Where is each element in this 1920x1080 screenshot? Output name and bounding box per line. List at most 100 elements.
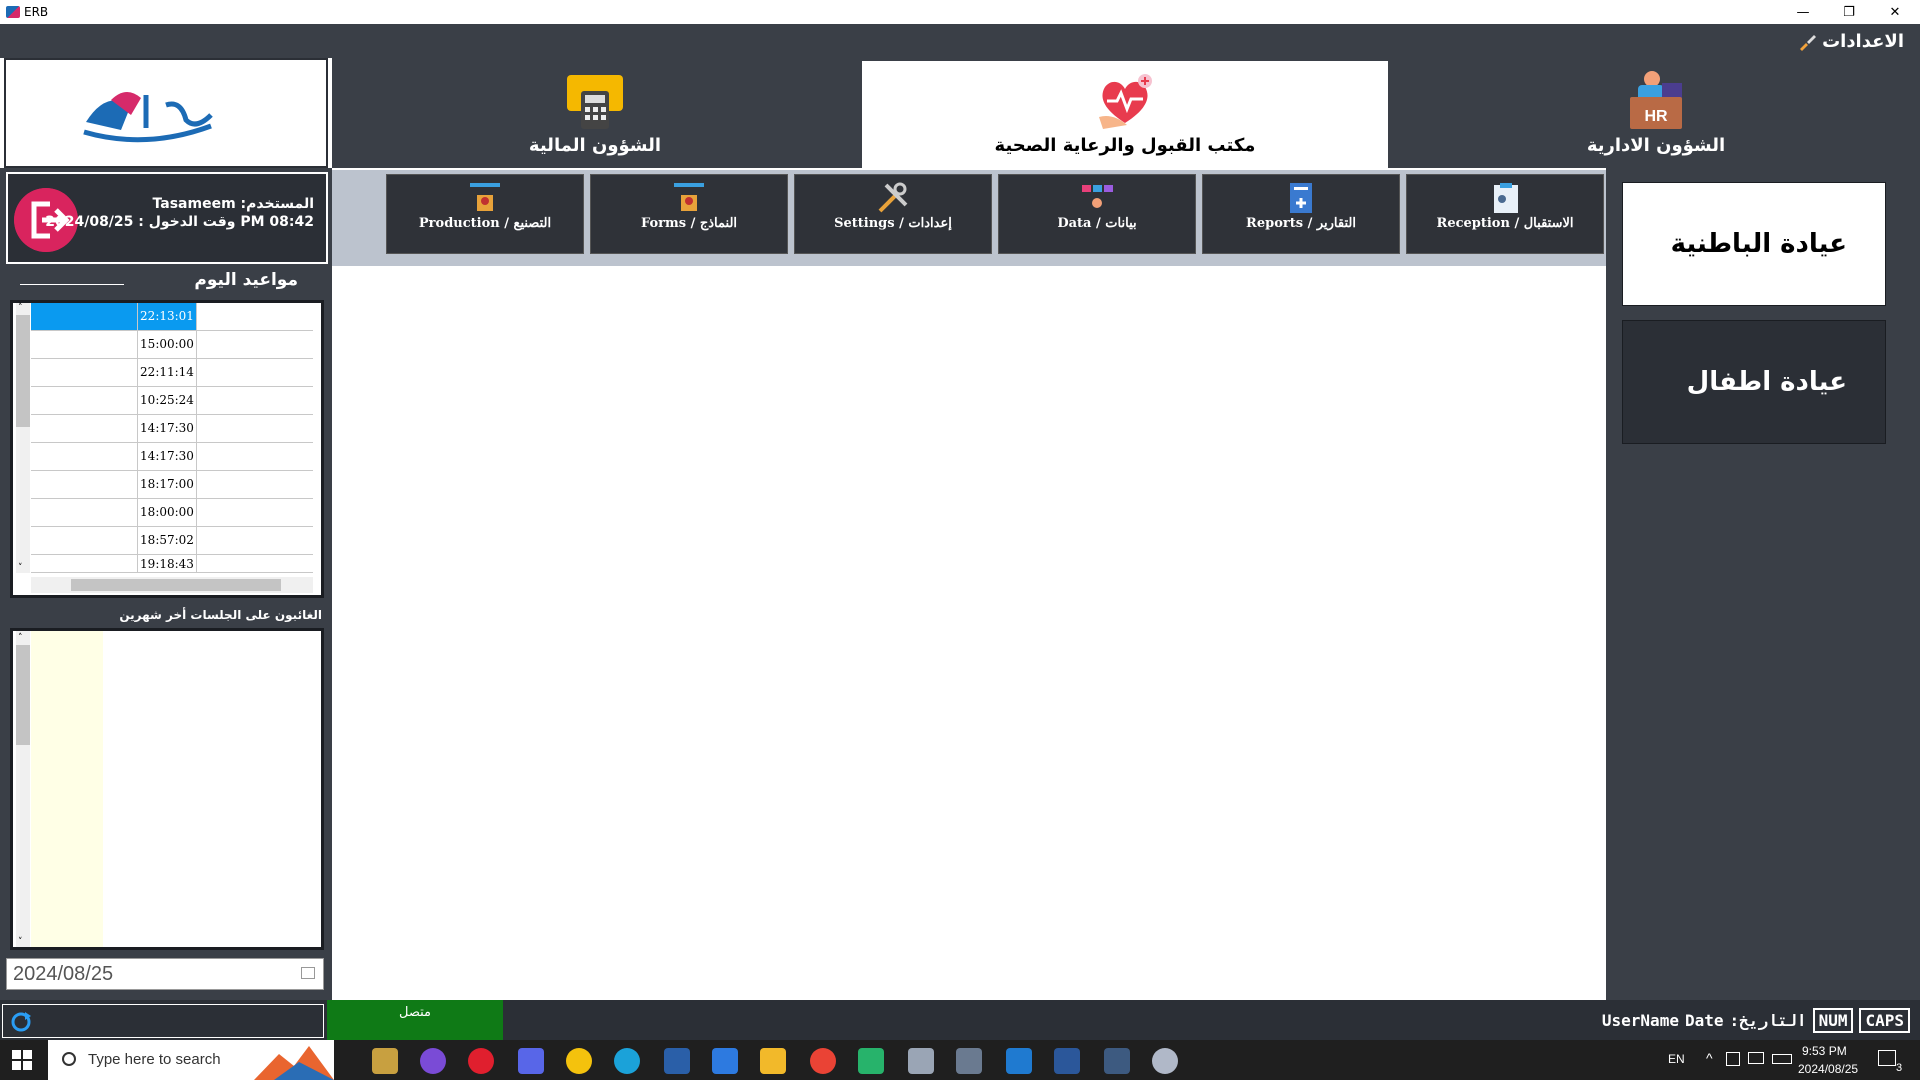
chrome-profile-icon[interactable] xyxy=(810,1048,836,1074)
clock-time[interactable]: 9:53 PM xyxy=(1802,1044,1847,1058)
table-row[interactable]: 14:17:30 xyxy=(31,415,313,443)
absent-vscroll[interactable]: ˄ ˅ xyxy=(16,631,30,947)
paint-icon[interactable] xyxy=(1152,1048,1178,1074)
appointment-time: 19:18:43 xyxy=(137,555,197,572)
calculator-icon[interactable] xyxy=(956,1048,982,1074)
notifications-icon[interactable] xyxy=(1878,1050,1896,1066)
settings-button[interactable]: Settings / إعدادات xyxy=(794,174,992,254)
media-app-icon[interactable] xyxy=(518,1048,544,1074)
scroll-down-icon[interactable]: ˅ xyxy=(18,563,23,573)
caps-lock-indicator: CAPS xyxy=(1859,1008,1910,1033)
num-lock-indicator: NUM xyxy=(1812,1008,1854,1033)
clinic-internal-medicine-button[interactable]: عيادة الباطنية xyxy=(1622,182,1886,306)
taskbar-search[interactable]: Type here to search xyxy=(48,1040,334,1080)
forms-icon xyxy=(674,183,704,211)
scroll-down-icon[interactable]: ˅ xyxy=(18,937,23,947)
sync-icon[interactable] xyxy=(9,1010,33,1034)
tool-app-icon[interactable] xyxy=(372,1048,398,1074)
absent-grid[interactable]: ˄ ˅ xyxy=(10,628,324,950)
search-highlight-icon xyxy=(254,1046,334,1080)
appointment-time: 15:00:00 xyxy=(137,331,197,358)
chrome-icon[interactable] xyxy=(566,1048,592,1074)
mail-icon[interactable] xyxy=(712,1048,738,1074)
opera-icon[interactable] xyxy=(468,1048,494,1074)
appointments-title: مواعيد اليوم xyxy=(194,270,298,290)
main-content-area xyxy=(334,266,1606,1000)
company-logo xyxy=(4,58,328,168)
minimize-button[interactable]: — xyxy=(1780,0,1826,24)
clinics-panel: عيادة الباطنية عيادة اطفال xyxy=(1606,168,1920,1000)
title-bar: ERB — ❐ ✕ xyxy=(0,0,1920,24)
tray-chevron-icon[interactable]: ^ xyxy=(1706,1050,1713,1066)
calendar-dropdown-icon[interactable] xyxy=(301,967,315,979)
language-indicator[interactable]: EN xyxy=(1668,1052,1685,1066)
production-label: Production / التصنيع xyxy=(418,216,552,231)
scroll-up-icon[interactable]: ˄ xyxy=(18,633,23,643)
settings-menu[interactable]: الاعدادات xyxy=(1798,31,1904,52)
date-picker[interactable]: 2024/08/25 xyxy=(6,958,324,990)
reports-icon xyxy=(1290,183,1312,213)
erb-app-icon[interactable] xyxy=(664,1048,690,1074)
table-row[interactable]: 22:11:14 xyxy=(31,359,313,387)
table-row[interactable]: 18:00:00 xyxy=(31,499,313,527)
appointments-hscroll[interactable] xyxy=(31,577,313,593)
finance-calculator-icon xyxy=(567,75,623,129)
table-row[interactable]: 18:17:00 xyxy=(31,471,313,499)
table-row[interactable]: 19:18:43 xyxy=(31,555,313,573)
reception-icon xyxy=(1494,183,1518,213)
menu-bar: الاعدادات xyxy=(0,24,1920,58)
table-row[interactable]: 22:13:01 xyxy=(31,303,313,331)
table-row[interactable]: 18:57:02 xyxy=(31,527,313,555)
brush-icon xyxy=(1800,34,1817,51)
forms-button[interactable]: Forms / النماذج xyxy=(590,174,788,254)
nav-administration[interactable]: HR الشؤون الادارية xyxy=(1392,61,1920,168)
display-icon[interactable] xyxy=(1748,1052,1764,1064)
nav-admissions-healthcare[interactable]: مكتب القبول والرعاية الصحية xyxy=(862,61,1388,168)
package-app-icon[interactable] xyxy=(858,1048,884,1074)
close-button[interactable]: ✕ xyxy=(1872,0,1918,24)
data-button[interactable]: Data / بيانات xyxy=(998,174,1196,254)
network-icon[interactable] xyxy=(1726,1052,1740,1066)
hscroll-thumb[interactable] xyxy=(71,579,281,591)
nav-finance[interactable]: الشؤون المالية xyxy=(332,61,858,168)
scroll-thumb[interactable] xyxy=(16,645,30,745)
remote-app-icon[interactable] xyxy=(908,1048,934,1074)
keyboard-icon[interactable] xyxy=(1772,1054,1792,1064)
word-icon[interactable] xyxy=(1054,1048,1080,1074)
status-username: UserName xyxy=(1601,1011,1679,1030)
module-nav: الشؤون المالية مكتب القبول والرعاية الصح… xyxy=(332,58,1920,168)
settings-label-ribbon: Settings / إعدادات xyxy=(834,216,952,231)
appointment-time: 18:57:02 xyxy=(137,527,197,554)
clock-date[interactable]: 2024/08/25 xyxy=(1798,1062,1858,1076)
reports-button[interactable]: Reports / التقارير xyxy=(1202,174,1400,254)
c-app-icon[interactable] xyxy=(420,1048,446,1074)
table-row[interactable]: 14:17:30 xyxy=(31,443,313,471)
clinic-pediatrics-button[interactable]: عيادة اطفال xyxy=(1622,320,1886,444)
notification-count: 3 xyxy=(1896,1062,1903,1074)
search-placeholder: Type here to search xyxy=(88,1051,221,1068)
production-button[interactable]: Production / التصنيع xyxy=(386,174,584,254)
scroll-thumb[interactable] xyxy=(16,315,30,427)
appointments-grid[interactable]: ˄ ˅ 22:13:01 15:00:00 22:11:14 10:25:24 … xyxy=(10,300,324,598)
windows-start-icon[interactable] xyxy=(12,1050,32,1070)
absent-column xyxy=(31,631,103,947)
reports-label: Reports / التقارير xyxy=(1246,216,1356,231)
appointments-vscroll[interactable]: ˄ ˅ xyxy=(16,303,30,573)
appointment-time: 18:00:00 xyxy=(137,499,197,526)
login-time-line: وقت الدخول : 2024/08/25 PM 08:42 xyxy=(45,214,314,230)
scroll-up-icon[interactable]: ˄ xyxy=(18,303,23,313)
title-divider xyxy=(20,284,124,285)
absent-title: الغائبون على الجلسات أخر شهرين xyxy=(119,608,322,622)
restore-button[interactable]: ❐ xyxy=(1826,0,1872,24)
table-row[interactable]: 10:25:24 xyxy=(31,387,313,415)
sync-bar xyxy=(2,1004,324,1038)
reception-button[interactable]: Reception / الاستقبال xyxy=(1406,174,1604,254)
outlook-icon[interactable] xyxy=(1006,1048,1032,1074)
nav-admissions-label: مكتب القبول والرعاية الصحية xyxy=(994,135,1256,156)
edge-icon[interactable] xyxy=(614,1048,640,1074)
appointment-time: 10:25:24 xyxy=(137,387,197,414)
erb-active-icon[interactable] xyxy=(1104,1048,1130,1074)
table-row[interactable]: 15:00:00 xyxy=(31,331,313,359)
app-logo-icon xyxy=(6,6,20,18)
file-explorer-icon[interactable] xyxy=(760,1048,786,1074)
